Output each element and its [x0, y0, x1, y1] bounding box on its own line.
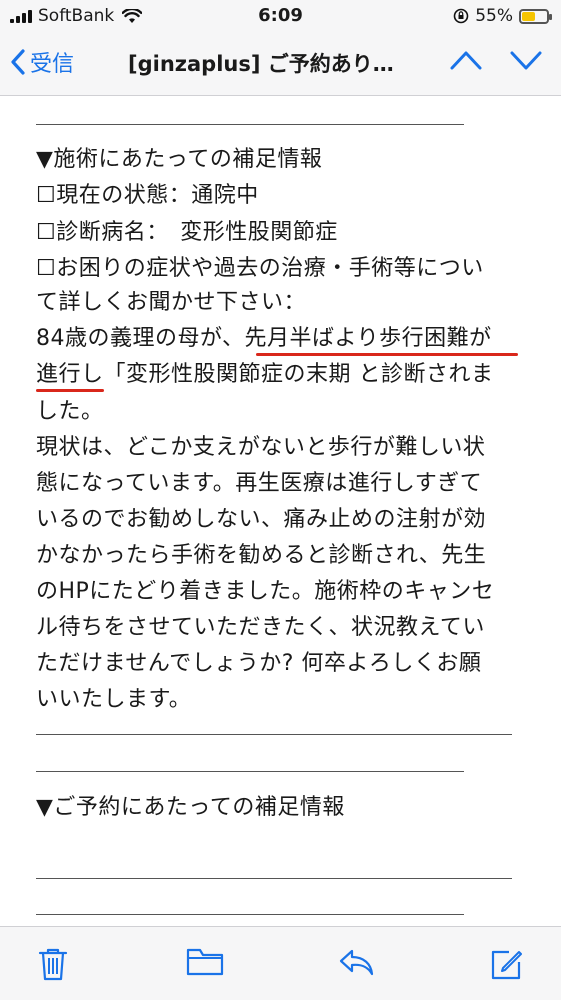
divider: [36, 914, 464, 915]
trash-icon[interactable]: [38, 947, 68, 981]
section-heading: ▼施術にあたっての補足情報: [36, 147, 323, 172]
divider: [36, 734, 512, 735]
orientation-lock-icon: [453, 8, 469, 24]
message-line: かなかったら手術を勧めると診断され、先生: [36, 543, 487, 568]
compose-icon[interactable]: [490, 947, 524, 981]
message-line: した。: [36, 399, 104, 424]
folder-icon[interactable]: [186, 947, 224, 977]
nav-bar: 受信 [ginzaplus] ご予約あり…: [0, 34, 561, 96]
question-field-cont: て詳しくお聞かせ下さい：: [36, 290, 307, 315]
battery-percent: 55%: [475, 6, 513, 26]
highlight-underline: [36, 389, 104, 392]
message-line: いるのでお勧めしない、痛み止めの注射が効: [36, 507, 487, 532]
reply-icon[interactable]: [338, 947, 374, 977]
message-line: いいたします。: [36, 687, 192, 712]
divider: [36, 771, 464, 772]
highlight-underline: [256, 353, 518, 356]
message-line: 進行し「変形性股関節症の末期 と診断されま: [36, 362, 494, 387]
diagnosis-field: ☐診断病名： 変形性股関節症: [36, 220, 338, 245]
message-line: 態になっています。再生医療は進行しすぎて: [36, 471, 483, 496]
message-navigation: [449, 48, 543, 72]
divider: [36, 124, 464, 125]
chevron-down-icon[interactable]: [509, 48, 543, 72]
message-line: ただけませんでしょうか? 何卒よろしくお願: [36, 651, 482, 676]
mail-subject-title: [ginzaplus] ご予約あり…: [128, 52, 394, 76]
message-line: ル待ちをさせていただきたく、状況教えてい: [36, 615, 485, 640]
back-button[interactable]: 受信: [10, 46, 74, 78]
chevron-up-icon[interactable]: [449, 48, 483, 72]
divider: [36, 878, 512, 879]
mail-body: ▼施術にあたっての補足情報 ☐現在の状態：通院中 ☐診断病名： 変形性股関節症 …: [0, 96, 561, 926]
section-heading: ▼ご予約にあたっての補足情報: [36, 795, 345, 820]
message-line: 84歳の義理の母が、先月半ばより歩行困難が: [36, 326, 492, 351]
status-bar: SoftBank 6:09 55%: [0, 0, 561, 34]
status-field: ☐現在の状態：通院中: [36, 183, 259, 208]
message-line: のHPにたどり着きました。施術枠のキャンセ: [36, 579, 495, 604]
battery-icon: [519, 8, 552, 24]
question-field: ☐お困りの症状や過去の治療・手術等につい: [36, 256, 484, 281]
chevron-left-icon: [11, 49, 25, 75]
bottom-toolbar: [0, 926, 561, 1000]
message-line: 現状は、どこか支えがないと歩行が難しい状: [36, 435, 486, 460]
status-right: 55%: [453, 6, 552, 26]
back-label: 受信: [30, 52, 75, 77]
battery-fill: [522, 11, 535, 21]
